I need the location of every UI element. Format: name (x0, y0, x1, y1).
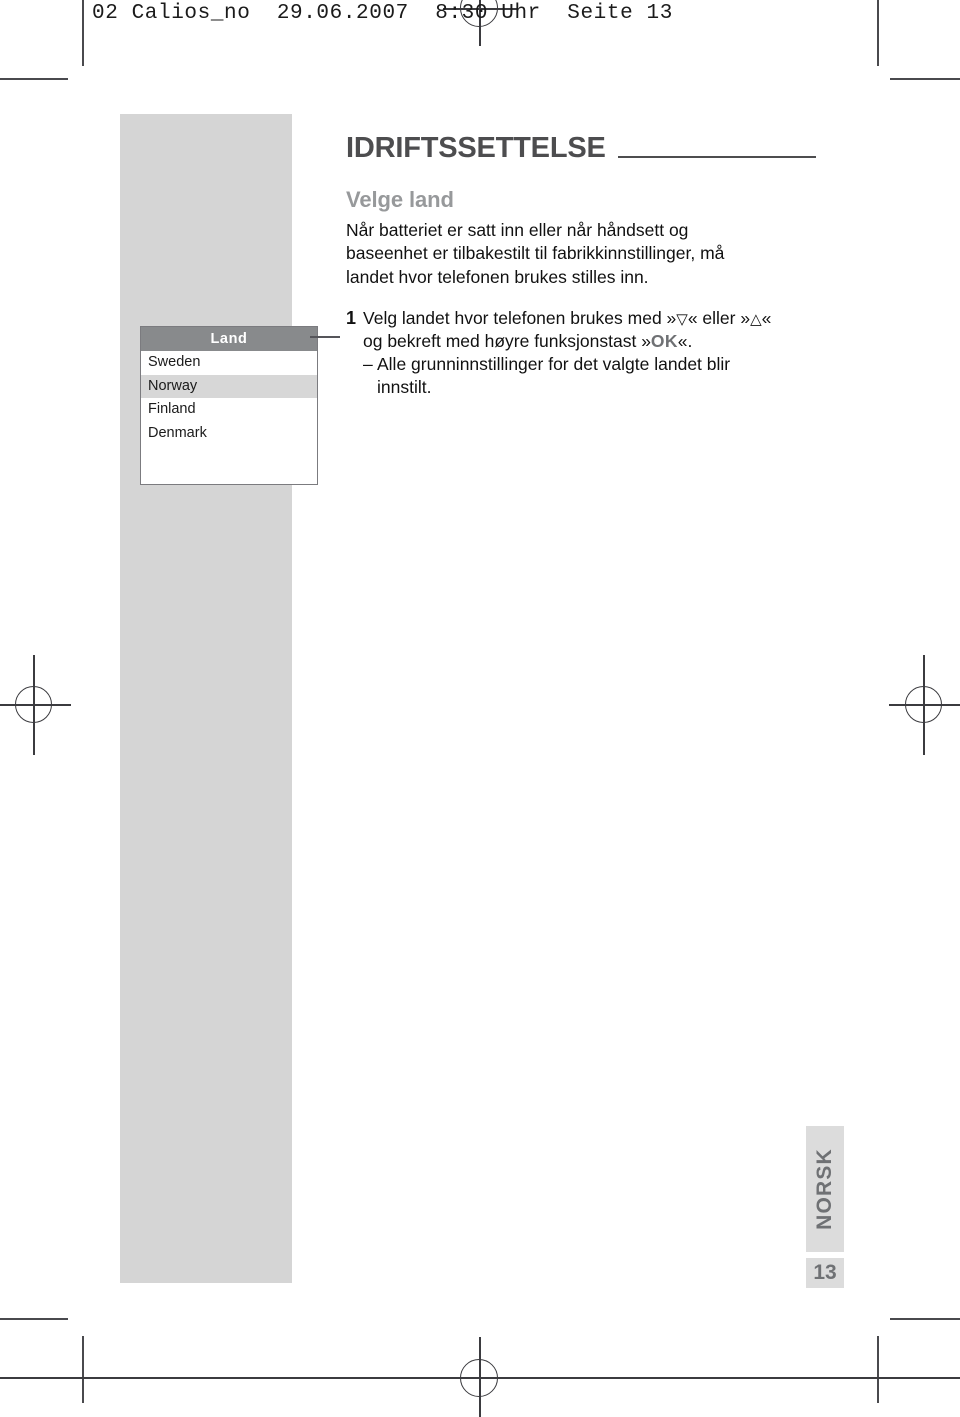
crop-mark-top-right-vertical (877, 0, 879, 66)
intro-line-3: landet hvor telefonen brukes stilles inn… (346, 266, 649, 287)
step-text-c: « (761, 307, 772, 328)
step-number: 1 (346, 307, 357, 328)
sidebar-grey-band (120, 114, 292, 1283)
page-number-folio: 13 (806, 1258, 844, 1288)
step-1: 1 Velg landet hvor telefonen brukes med … (346, 307, 816, 399)
registration-mark-right-middle (887, 655, 960, 755)
country-list[interactable]: Sweden Norway Finland Denmark (141, 351, 317, 445)
language-tab: NORSK (806, 1126, 844, 1252)
step-body: Velg landet hvor telefonen brukes med »▽… (363, 307, 816, 399)
instruction-steps: 1 Velg landet hvor telefonen brukes med … (346, 307, 816, 399)
display-title-land: Land (141, 327, 317, 351)
crop-mark-top-right-horizontal (890, 78, 960, 80)
substep-dash: – (363, 354, 373, 375)
substep-line-2: innstilt. (377, 377, 432, 398)
page-title: IDRIFTSSETTELSE (346, 132, 816, 165)
print-file-header: 02 Calios_no 29.06.2007 8:30 Uhr Seite 1… (92, 2, 673, 25)
section-title: Velge land (346, 187, 454, 212)
list-item[interactable]: Sweden (141, 351, 317, 375)
list-item[interactable]: Finland (141, 398, 317, 422)
list-item[interactable]: Denmark (141, 421, 317, 445)
intro-line-1: Når batteriet er satt inn eller når hånd… (346, 220, 689, 240)
phone-display-mockup: Land Sweden Norway Finland Denmark (140, 326, 318, 485)
registration-mark-bottom-center (0, 1337, 960, 1417)
section-intro-paragraph: Når batteriet er satt inn eller når hånd… (346, 219, 808, 289)
chapter-title-text: IDRIFTSSETTELSE (346, 132, 606, 164)
crop-mark-bottom-left-horizontal (0, 1318, 68, 1320)
step-line-2: og bekreft med høyre funksjonstast »OK«. (363, 330, 816, 353)
substep-1: – Alle grunninnstillinger for det valgte… (363, 353, 816, 399)
page-content: IDRIFTSSETTELSE Velge land Når batteriet… (346, 132, 816, 399)
crop-mark-top-left-vertical (82, 0, 84, 66)
step-text-b: « eller » (687, 307, 751, 328)
crop-mark-top-left-horizontal (0, 78, 68, 80)
step-text-a: Velg landet hvor telefonen brukes med » (363, 307, 677, 328)
crop-mark-bottom-right-horizontal (890, 1318, 960, 1320)
language-tab-label: NORSK (813, 1148, 836, 1230)
substep-line-1: Alle grunninnstillinger for det valgte l… (377, 354, 731, 375)
step-line-1: Velg landet hvor telefonen brukes med »▽… (363, 307, 816, 330)
step-text-d: og bekreft med høyre funksjonstast » (363, 330, 651, 351)
intro-line-2: baseenhet er tilbakestilt til fabrikkinn… (346, 243, 725, 264)
crop-mark-bottom-left-vertical (82, 1336, 84, 1403)
chapter-title-rule (617, 156, 816, 158)
ok-key-label: OK (650, 330, 678, 351)
list-item[interactable]: Norway (141, 374, 317, 398)
registration-mark-left-middle (0, 655, 73, 755)
substep-text: Alle grunninnstillinger for det valgte l… (377, 353, 816, 399)
up-arrow-icon: △ (750, 310, 762, 328)
step-text-e: «. (677, 330, 693, 351)
display-to-step-connector-line (310, 336, 340, 338)
crop-mark-bottom-right-vertical (877, 1336, 879, 1403)
down-arrow-icon: ▽ (676, 310, 688, 328)
